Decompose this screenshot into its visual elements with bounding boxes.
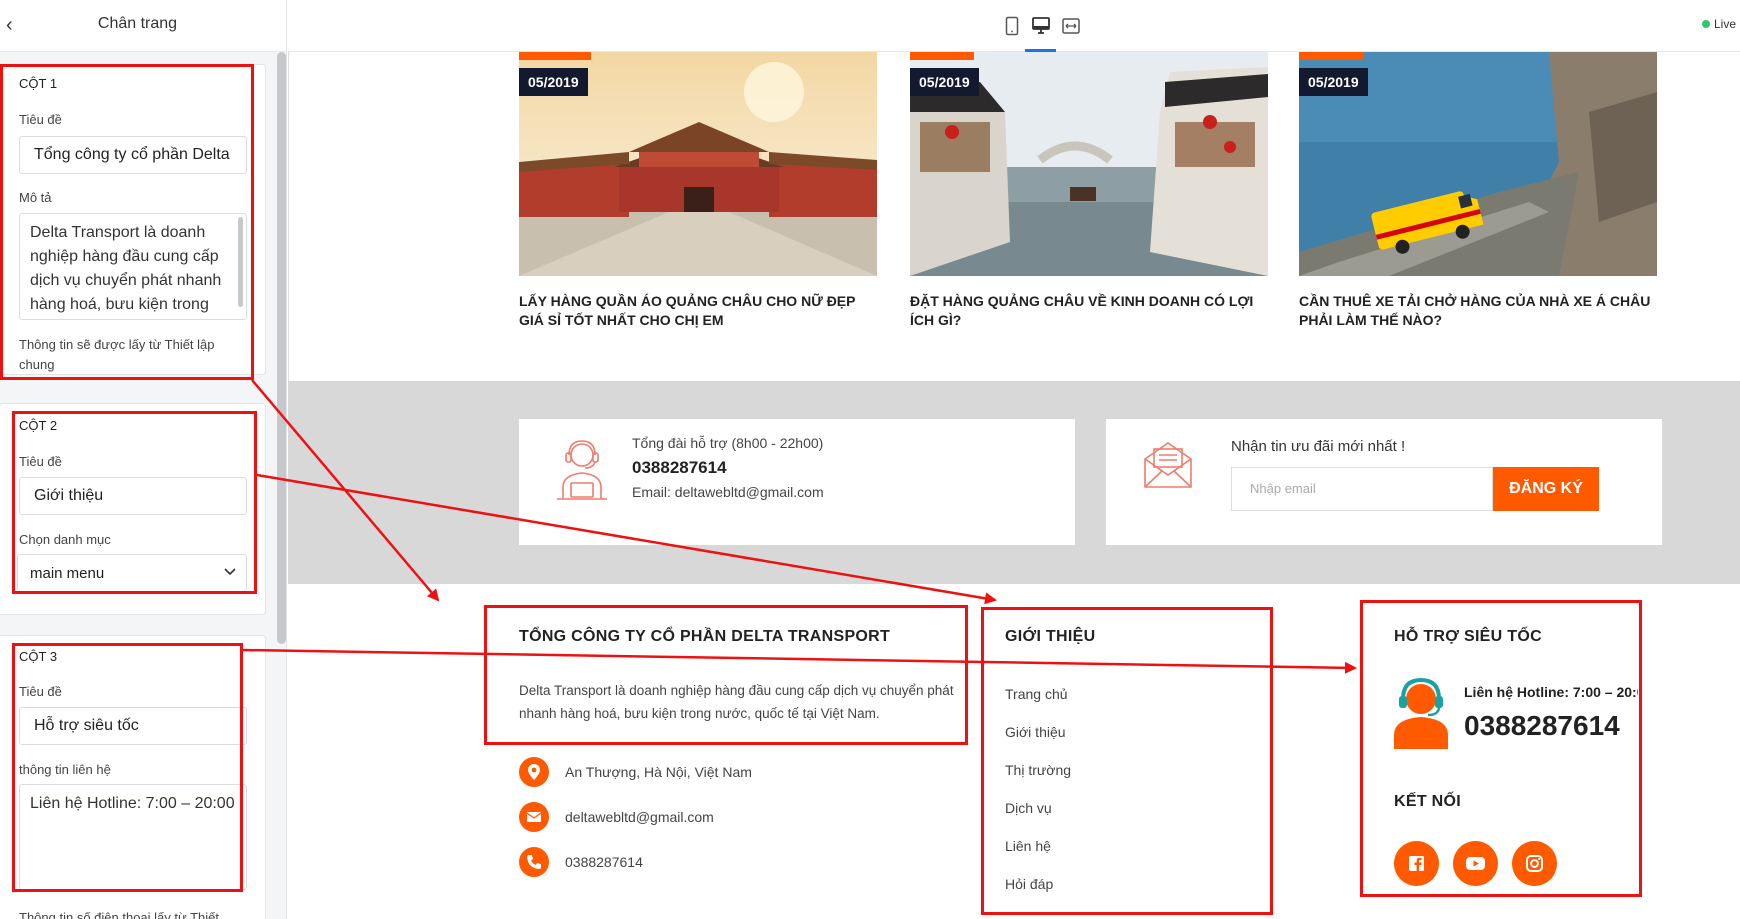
annotation-arrows xyxy=(242,379,1357,674)
